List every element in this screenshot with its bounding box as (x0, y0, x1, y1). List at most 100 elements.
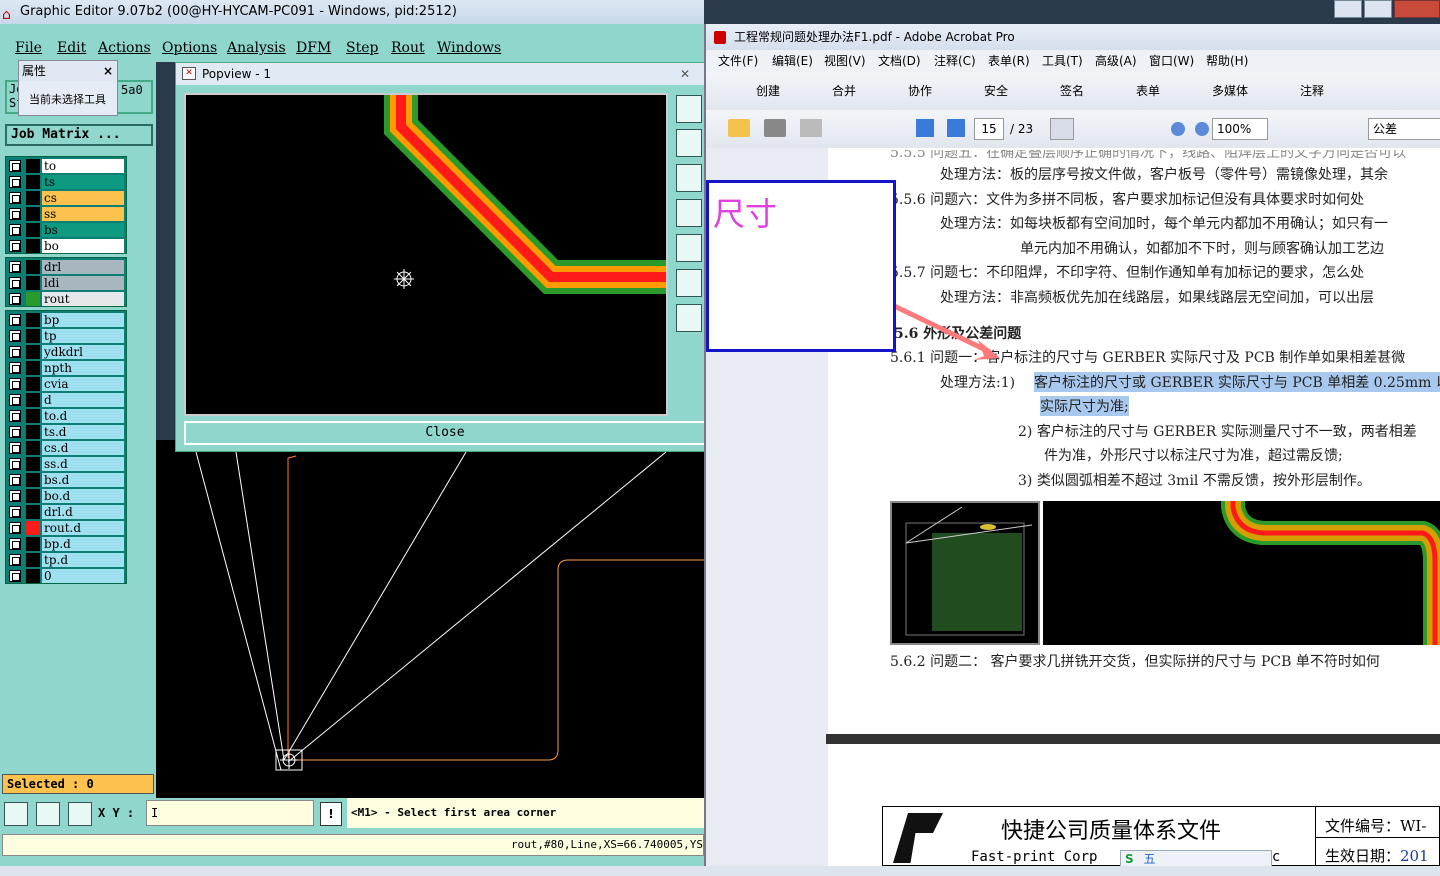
layer-name[interactable]: bo (42, 239, 124, 253)
layer-name[interactable]: to.d (42, 409, 124, 423)
layer-row-bo.d[interactable]: bo.d (6, 488, 126, 504)
layer-affected-mark[interactable] (26, 393, 40, 407)
find-input[interactable]: 公差 (1368, 118, 1440, 140)
layer-affected-mark[interactable] (26, 489, 40, 503)
forms-button[interactable]: 表单 (1136, 72, 1160, 110)
layer-checkbox[interactable] (9, 426, 21, 438)
layer-checkbox[interactable] (9, 293, 21, 305)
acro-menu-help[interactable]: 帮助(H) (1206, 50, 1248, 72)
layer-row-ts[interactable]: ts (6, 174, 126, 190)
layer-name[interactable]: bp (42, 313, 124, 327)
layer-affected-mark[interactable] (26, 505, 40, 519)
layer-checkbox[interactable] (9, 224, 21, 236)
layer-name[interactable]: cs (42, 191, 124, 205)
pan-down-icon[interactable] (676, 164, 702, 192)
menu-dfm[interactable]: DFM (296, 40, 331, 56)
popview-canvas[interactable] (184, 93, 668, 416)
layer-affected-mark[interactable] (26, 377, 40, 391)
sign-button[interactable]: 签名 (1060, 72, 1084, 110)
popview-close-button[interactable]: Close (184, 421, 706, 445)
layer-name[interactable]: ss.d (42, 457, 124, 471)
layer-name[interactable]: cs.d (42, 441, 124, 455)
layer-row-npth[interactable]: npth (6, 360, 126, 376)
layer-row-rout.d[interactable]: rout.d (6, 520, 126, 536)
acro-menu-advanced[interactable]: 高级(A) (1095, 50, 1137, 72)
layer-name[interactable]: drl.d (42, 505, 124, 519)
layer-name[interactable]: rout.d (42, 521, 124, 535)
page-number-input[interactable]: 15 (974, 118, 1004, 140)
layer-row-bs[interactable]: bs (6, 222, 126, 238)
combine-button[interactable]: 合并 (832, 72, 856, 110)
layer-row-ss.d[interactable]: ss.d (6, 456, 126, 472)
grid-icon[interactable] (68, 802, 92, 826)
layer-affected-mark[interactable] (26, 569, 40, 583)
menu-rout[interactable]: Rout (391, 40, 425, 56)
layer-row-ydkdrl[interactable]: ydkdrl (6, 344, 126, 360)
layer-row-ss[interactable]: ss (6, 206, 126, 222)
layer-affected-mark[interactable] (26, 425, 40, 439)
layer-name[interactable]: ldi (42, 276, 124, 290)
zoom-area-icon[interactable] (676, 304, 702, 332)
hand-tool-icon[interactable] (1084, 119, 1104, 139)
layer-name[interactable]: ts (42, 175, 124, 189)
graphic-canvas[interactable] (156, 440, 704, 798)
menu-options[interactable]: Options (162, 40, 217, 56)
comment-button[interactable]: 注释 (1300, 72, 1324, 110)
create-button[interactable]: 创建 (756, 72, 780, 110)
layer-checkbox[interactable] (9, 261, 21, 273)
layer-checkbox[interactable] (9, 176, 21, 188)
open-folder-icon[interactable] (728, 119, 750, 137)
layer-name[interactable]: d (42, 393, 124, 407)
layer-affected-mark[interactable] (26, 521, 40, 535)
layer-row-cs.d[interactable]: cs.d (6, 440, 126, 456)
layer-checkbox[interactable] (9, 490, 21, 502)
layer-name[interactable]: 0 (42, 569, 124, 583)
pan-right-icon[interactable] (676, 234, 702, 262)
text-annotation-box[interactable]: 尺寸 (706, 180, 896, 352)
layer-checkbox[interactable] (9, 474, 21, 486)
xy-input[interactable]: I (146, 800, 314, 826)
layer-row-cs[interactable]: cs (6, 190, 126, 206)
layer-checkbox[interactable] (9, 330, 21, 342)
layer-row-bo[interactable]: bo (6, 238, 126, 254)
layer-row-bp[interactable]: bp (6, 312, 126, 328)
layer-name[interactable]: ydkdrl (42, 345, 124, 359)
layer-name[interactable]: bo.d (42, 489, 124, 503)
layer-name[interactable]: cvia (42, 377, 124, 391)
acro-menu-forms[interactable]: 表单(R) (988, 50, 1030, 72)
prev-page-icon[interactable] (916, 119, 934, 137)
layer-affected-mark[interactable] (26, 191, 40, 205)
acro-menu-file[interactable]: 文件(F) (718, 50, 758, 72)
next-page-icon[interactable] (947, 119, 965, 137)
layer-name[interactable]: tp (42, 329, 124, 343)
layer-checkbox[interactable] (9, 442, 21, 454)
layer-checkbox[interactable] (9, 208, 21, 220)
menu-edit[interactable]: Edit (57, 40, 86, 56)
acro-menu-window[interactable]: 窗口(W) (1149, 50, 1194, 72)
layer-checkbox[interactable] (9, 522, 21, 534)
print-icon[interactable] (764, 119, 786, 137)
layer-row-tp[interactable]: tp (6, 328, 126, 344)
layer-checkbox[interactable] (9, 346, 21, 358)
layer-checkbox[interactable] (9, 554, 21, 566)
layer-name[interactable]: npth (42, 361, 124, 375)
pan-left-icon[interactable] (676, 199, 702, 227)
layer-affected-mark[interactable] (26, 537, 40, 551)
zoom-in-icon[interactable] (1195, 122, 1209, 136)
layer-name[interactable]: ts.d (42, 425, 124, 439)
layer-name[interactable]: bs.d (42, 473, 124, 487)
layer-row-ts.d[interactable]: ts.d (6, 424, 126, 440)
zoom-out-icon[interactable] (1171, 122, 1185, 136)
layer-affected-mark[interactable] (26, 409, 40, 423)
layer-row-rout[interactable]: rout (6, 291, 126, 307)
zoom-level[interactable]: 100% (1212, 118, 1268, 140)
layer-checkbox[interactable] (9, 570, 21, 582)
select-text-tool-icon[interactable] (1050, 118, 1074, 140)
job-matrix-button[interactable]: Job Matrix ... (5, 124, 153, 146)
layer-checkbox[interactable] (9, 394, 21, 406)
menu-file[interactable]: File (15, 40, 42, 56)
layer-row-0[interactable]: 0 (6, 568, 126, 584)
layer-checkbox[interactable] (9, 240, 21, 252)
menu-step[interactable]: Step (346, 40, 378, 56)
layer-row-bp.d[interactable]: bp.d (6, 536, 126, 552)
